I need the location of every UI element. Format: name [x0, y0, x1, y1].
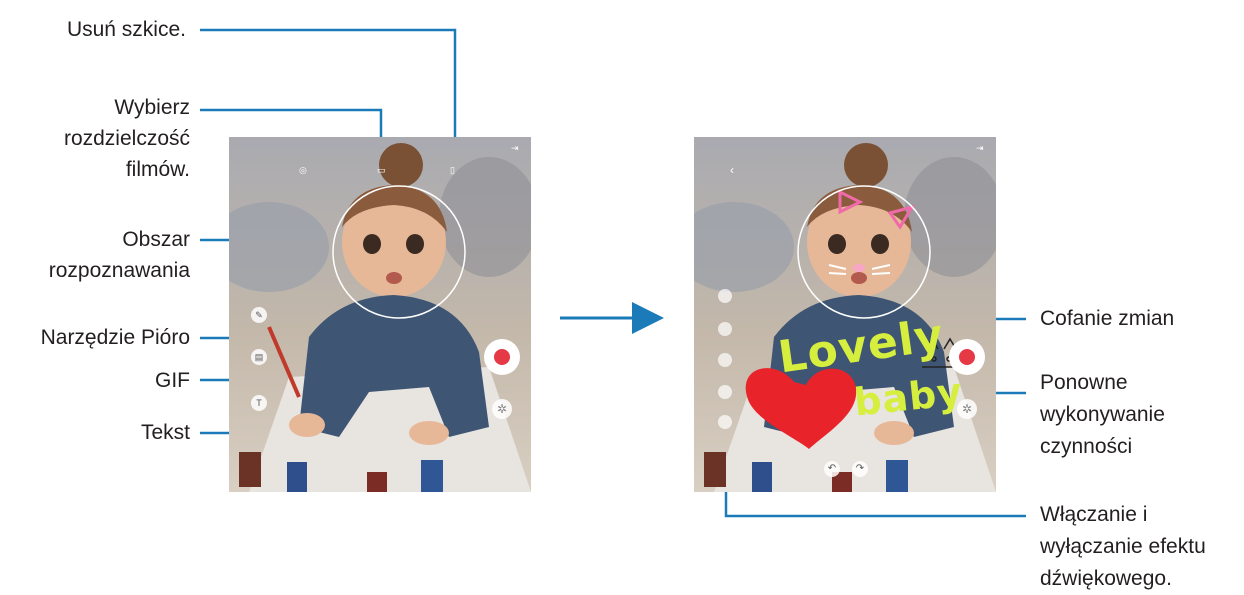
effects-icon[interactable]: ✲: [957, 399, 977, 419]
gif-icon[interactable]: ▤: [251, 349, 267, 365]
label-redo-line3: czynności: [1040, 435, 1133, 458]
label-pen-tool: Narzędzie Pióro: [40, 326, 190, 349]
label-recognition-line2: rozpoznawania: [48, 259, 190, 282]
pen-icon[interactable]: [718, 289, 732, 303]
sound-icon[interactable]: [718, 415, 732, 429]
label-sound-line3: dźwiękowego.: [1040, 567, 1172, 590]
baby-photo-doodle: [694, 137, 996, 492]
label-resolution-line3: filmów.: [125, 158, 190, 181]
label-sound-line1: Włączanie i: [1040, 503, 1148, 526]
label-undo: Cofanie zmian: [1040, 307, 1175, 330]
exit-icon[interactable]: ⇥: [976, 143, 984, 153]
label-text: Tekst: [140, 421, 190, 444]
exit-icon[interactable]: ⇥: [511, 143, 519, 153]
resolution-icon[interactable]: ▭: [377, 165, 386, 175]
text-icon[interactable]: T: [251, 395, 267, 411]
label-recognition-line1: Obszar: [122, 228, 190, 251]
brush-icon[interactable]: [718, 322, 732, 336]
label-redo-line2: wykonywanie: [1040, 403, 1165, 426]
eraser-icon[interactable]: [718, 353, 732, 367]
record-dot-icon: [959, 349, 975, 365]
record-dot-icon: [494, 349, 510, 365]
back-icon[interactable]: ‹: [730, 164, 734, 176]
trash-icon[interactable]: ▯: [450, 165, 455, 175]
label-sound-line2: wyłączanie efektu: [1040, 535, 1206, 558]
record-button[interactable]: [484, 339, 520, 375]
flow-arrow-icon: [560, 302, 664, 334]
redo-icon[interactable]: ↷: [852, 461, 868, 477]
label-delete-sketch: Usuń szkice.: [66, 18, 186, 41]
left-camera-screen: ◎ ▭ ▯ ⇥ ✎ ▤ T ✲: [229, 137, 531, 492]
label-resolution-line1: Wybierz: [114, 96, 190, 119]
label-redo-line1: Ponowne: [1040, 371, 1128, 394]
right-camera-screen: Lovely baby ‹ ⇥ ↶ ↷ ✲: [694, 137, 996, 492]
label-resolution-line2: rozdzielczość: [63, 127, 190, 150]
label-gif: GIF: [155, 369, 190, 392]
undo-icon[interactable]: ↶: [824, 461, 840, 477]
record-button[interactable]: [949, 339, 985, 375]
pen-icon[interactable]: ✎: [251, 307, 267, 323]
color-icon[interactable]: [718, 385, 732, 399]
settings-icon[interactable]: ◎: [299, 165, 307, 175]
baby-photo: [229, 137, 531, 492]
effects-icon[interactable]: ✲: [492, 399, 512, 419]
